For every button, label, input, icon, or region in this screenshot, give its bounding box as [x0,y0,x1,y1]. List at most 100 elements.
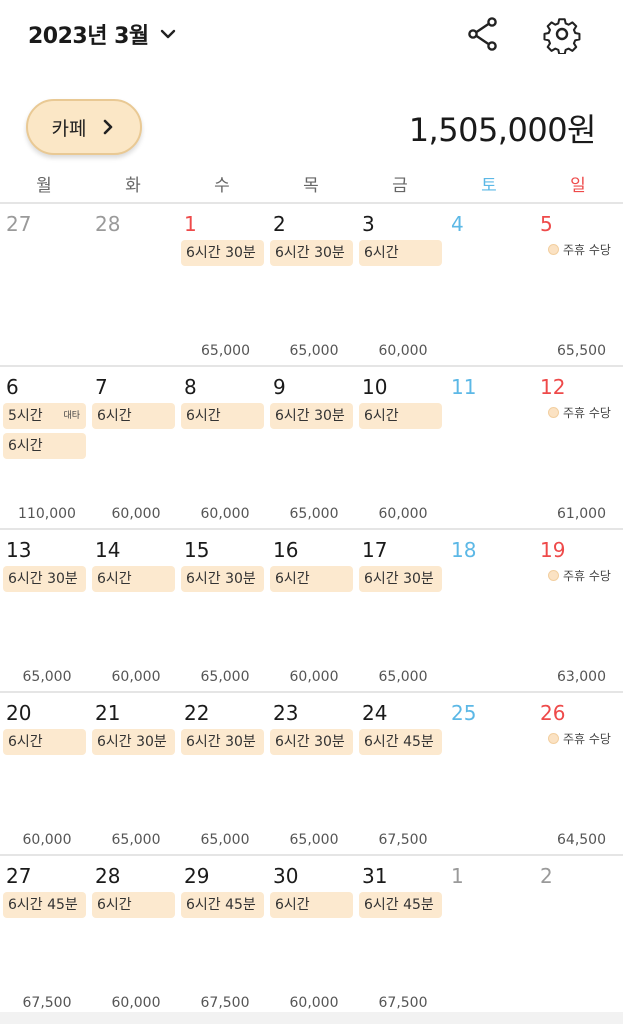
allowance-dot-icon [548,244,559,255]
shift-duration: 6시간 30분 [275,408,345,424]
shift-chip[interactable]: 6시간 [270,892,353,918]
day-cell[interactable]: 2 [534,856,622,1017]
day-cell[interactable]: 27 6시간 45분 67,500 [0,856,88,1017]
day-number: 20 [6,701,32,725]
allowance-dot-icon [548,733,559,744]
day-number: 2 [540,864,553,888]
day-number: 23 [273,701,299,725]
day-cell[interactable]: 21 6시간 30분 65,000 [89,693,177,854]
day-earnings: 64,500 [557,832,606,848]
shift-chip[interactable]: 6시간 30분 [359,566,442,592]
day-cell[interactable]: 31 6시간 45분 67,500 [356,856,444,1017]
day-number: 13 [6,538,32,562]
shift-chip[interactable]: 6시간 30분 [181,566,264,592]
day-earnings: 65,000 [200,832,250,848]
shift-chip[interactable]: 5시간 대타 [3,403,86,429]
shift-chip[interactable]: 6시간 30분 [181,729,264,755]
shift-chip[interactable]: 6시간 [359,403,442,429]
shift-chip[interactable]: 6시간 45분 [181,892,264,918]
shift-chip[interactable]: 6시간 [359,240,442,266]
shift-duration: 6시간 [275,571,310,587]
day-cell[interactable]: 20 6시간 60,000 [0,693,88,854]
shift-chip[interactable]: 6시간 30분 [270,240,353,266]
day-cell[interactable]: 5 주휴 수당 65,500 [534,204,622,365]
day-earnings: 63,000 [557,669,606,685]
settings-button[interactable] [542,14,582,56]
weekly-allowance: 주휴 수당 [548,730,611,747]
day-earnings: 65,000 [22,669,72,685]
day-cell[interactable]: 14 6시간 60,000 [89,530,177,691]
day-cell[interactable]: 25 [445,693,533,854]
shift-duration: 6시간 [97,897,132,913]
allowance-dot-icon [548,570,559,581]
day-cell[interactable]: 12 주휴 수당 61,000 [534,367,622,528]
day-cell[interactable]: 6 5시간 대타 6시간 110,000 [0,367,88,528]
day-cell[interactable]: 28 6시간 60,000 [89,856,177,1017]
shift-duration: 6시간 30분 [275,734,345,750]
day-earnings: 60,000 [289,995,339,1011]
shift-duration: 6시간 30분 [364,571,434,587]
day-cell[interactable]: 17 6시간 30분 65,000 [356,530,444,691]
day-number: 5 [540,212,553,236]
day-cell[interactable]: 7 6시간 60,000 [89,367,177,528]
shift-chip[interactable]: 6시간 [3,729,86,755]
day-number: 7 [95,375,108,399]
shift-duration: 6시간 30분 [97,734,167,750]
shift-duration: 6시간 [186,408,221,424]
shift-chip[interactable]: 6시간 45분 [3,892,86,918]
day-cell[interactable]: 29 6시간 45분 67,500 [178,856,266,1017]
workplace-button[interactable]: 카페 [26,99,142,155]
day-cell[interactable]: 9 6시간 30분 65,000 [267,367,355,528]
day-cell[interactable]: 3 6시간 60,000 [356,204,444,365]
shift-duration: 6시간 30분 [275,245,345,261]
shift-chip[interactable]: 6시간 30분 [3,566,86,592]
day-cell[interactable]: 11 [445,367,533,528]
weekly-allowance: 주휴 수당 [548,567,611,584]
day-cell[interactable]: 1 6시간 30분 65,000 [178,204,266,365]
shift-chip[interactable]: 6시간 [181,403,264,429]
weekly-allowance: 주휴 수당 [548,404,611,421]
day-earnings: 67,500 [200,995,250,1011]
day-cell[interactable]: 24 6시간 45분 67,500 [356,693,444,854]
day-cell[interactable]: 16 6시간 60,000 [267,530,355,691]
share-button[interactable] [463,14,503,54]
weekday-header: 월화수목금토일 [0,171,623,201]
day-number: 14 [95,538,121,562]
shift-chip[interactable]: 6시간 30분 [270,403,353,429]
day-cell[interactable]: 8 6시간 60,000 [178,367,266,528]
day-earnings: 65,500 [557,343,606,359]
day-earnings: 60,000 [111,995,161,1011]
day-cell[interactable]: 30 6시간 60,000 [267,856,355,1017]
shift-chip[interactable]: 6시간 [270,566,353,592]
day-cell[interactable]: 10 6시간 60,000 [356,367,444,528]
day-cell[interactable]: 1 [445,856,533,1017]
shift-chip[interactable]: 6시간 [92,892,175,918]
day-cell[interactable]: 28 [89,204,177,365]
shift-chip[interactable]: 6시간 30분 [181,240,264,266]
month-selector[interactable]: 2023년 3월 [28,18,177,50]
shift-chip[interactable]: 6시간 [3,433,86,459]
shift-chip[interactable]: 6시간 45분 [359,729,442,755]
day-cell[interactable]: 4 [445,204,533,365]
day-cell[interactable]: 18 [445,530,533,691]
shift-chip[interactable]: 6시간 30분 [92,729,175,755]
day-cell[interactable]: 13 6시간 30분 65,000 [0,530,88,691]
day-cell[interactable]: 2 6시간 30분 65,000 [267,204,355,365]
shift-duration: 6시간 [364,245,399,261]
day-number: 25 [451,701,477,725]
day-number: 6 [6,375,19,399]
shift-chip[interactable]: 6시간 [92,566,175,592]
shift-chip[interactable]: 6시간 [92,403,175,429]
shift-duration: 6시간 [97,571,132,587]
day-cell[interactable]: 15 6시간 30분 65,000 [178,530,266,691]
shift-duration: 6시간 30분 [186,571,256,587]
day-number: 30 [273,864,299,888]
day-cell[interactable]: 23 6시간 30분 65,000 [267,693,355,854]
day-cell[interactable]: 19 주휴 수당 63,000 [534,530,622,691]
shift-duration: 6시간 [8,734,43,750]
shift-chip[interactable]: 6시간 45분 [359,892,442,918]
shift-chip[interactable]: 6시간 30분 [270,729,353,755]
day-cell[interactable]: 26 주휴 수당 64,500 [534,693,622,854]
day-cell[interactable]: 22 6시간 30분 65,000 [178,693,266,854]
day-cell[interactable]: 27 [0,204,88,365]
